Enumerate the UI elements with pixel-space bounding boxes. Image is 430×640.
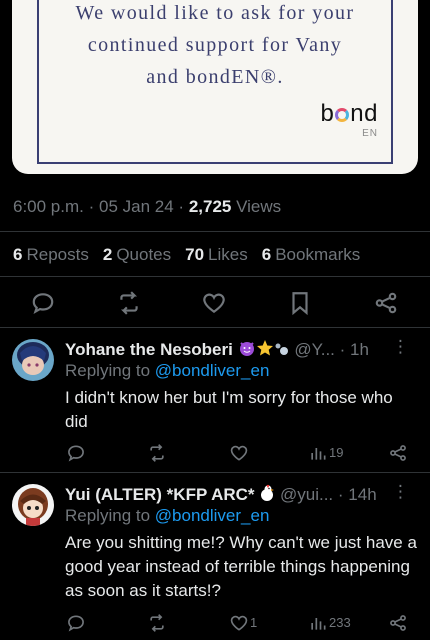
card-text-line: and bondEN®. xyxy=(146,66,284,88)
author-handle[interactable]: @yui... xyxy=(280,485,333,504)
star-emoji-icon xyxy=(256,339,274,362)
reply-tweet[interactable]: Yui (ALTER) *KFP ARC* @yui... · 14h ⋮ Re… xyxy=(0,482,430,640)
reply-tweet[interactable]: Yohane the Nesoberi @Y... · 1h ⋮ Replyin… xyxy=(0,337,430,469)
author-name[interactable]: Yohane the Nesoberi xyxy=(65,340,233,359)
post-time[interactable]: · 14h xyxy=(338,485,377,504)
like-icon[interactable] xyxy=(201,290,227,316)
quotes-stat[interactable]: 2 Quotes xyxy=(103,245,171,265)
replying-to: Replying to @bondliver_en xyxy=(65,506,270,525)
reply-text: I didn't know her but I'm sorry for thos… xyxy=(65,388,393,431)
author-name[interactable]: Yui (ALTER) *KFP ARC* xyxy=(65,485,255,504)
devil-emoji-icon xyxy=(238,339,256,362)
divider xyxy=(0,276,430,277)
mention-link[interactable]: @bondliver_en xyxy=(155,506,270,525)
divider xyxy=(0,472,430,473)
like-icon[interactable] xyxy=(229,443,249,463)
likes-count: 1 xyxy=(250,615,258,630)
views-count: 233 xyxy=(329,615,351,630)
reply-text: Are you shitting me!? Why can't we just … xyxy=(65,533,417,600)
reply-icon[interactable] xyxy=(30,290,56,316)
reply-icon[interactable] xyxy=(66,443,86,463)
views-icon[interactable] xyxy=(308,613,328,633)
share-icon[interactable] xyxy=(388,613,408,633)
divider xyxy=(0,327,430,328)
bookmark-icon[interactable] xyxy=(287,290,313,316)
repost-icon[interactable] xyxy=(147,443,167,463)
more-options-icon[interactable]: ⋮ xyxy=(392,482,409,502)
likes-stat[interactable]: 70 Likes xyxy=(185,245,248,265)
reply-header: Yohane the Nesoberi @Y... · 1h ⋮ xyxy=(65,337,420,362)
card-text-line: continued support for Vany xyxy=(87,34,343,56)
mention-link[interactable]: @bondliver_en xyxy=(155,361,270,380)
views-icon[interactable] xyxy=(308,443,328,463)
tweet-image[interactable]: We would like to ask for your continued … xyxy=(12,0,418,174)
sparkle-orb-icon xyxy=(274,341,290,362)
tweet-time: 6:00 p.m. xyxy=(13,197,84,216)
views-count[interactable]: 2,725 xyxy=(189,197,232,216)
chicken-emoji-icon xyxy=(259,484,275,507)
reply-header: Yui (ALTER) *KFP ARC* @yui... · 14h ⋮ xyxy=(65,482,420,507)
views-label: Views xyxy=(236,197,282,216)
divider xyxy=(0,231,430,232)
repost-icon[interactable] xyxy=(147,613,167,633)
author-handle[interactable]: @Y... xyxy=(294,340,335,359)
share-icon[interactable] xyxy=(388,443,408,463)
share-icon[interactable] xyxy=(373,290,399,316)
engagement-stats: 6 Reposts 2 Quotes 70 Likes 6 Bookmarks xyxy=(13,245,360,265)
tweet-action-bar xyxy=(0,290,430,316)
tweet-date: 05 Jan 24 xyxy=(99,197,174,216)
avatar[interactable] xyxy=(12,484,54,526)
like-icon[interactable] xyxy=(229,613,249,633)
reposts-stat[interactable]: 6 Reposts xyxy=(13,245,89,265)
reply-icon[interactable] xyxy=(66,613,86,633)
post-time[interactable]: · 1h xyxy=(340,340,369,359)
more-options-icon[interactable]: ⋮ xyxy=(392,337,409,357)
avatar[interactable] xyxy=(12,339,54,381)
views-count: 19 xyxy=(329,445,344,460)
reply-action-bar: 19 xyxy=(0,443,430,463)
replying-to: Replying to @bondliver_en xyxy=(65,361,270,380)
repost-icon[interactable] xyxy=(116,290,142,316)
tweet-meta: 6:00 p.m. · 05 Jan 24 · 2,725 Views xyxy=(13,197,282,216)
card-text-line: We would like to ask for your xyxy=(75,2,355,24)
reply-action-bar: 1 233 xyxy=(0,613,430,633)
bond-logo: b nd EN xyxy=(320,100,378,140)
bookmarks-stat[interactable]: 6 Bookmarks xyxy=(262,245,361,265)
